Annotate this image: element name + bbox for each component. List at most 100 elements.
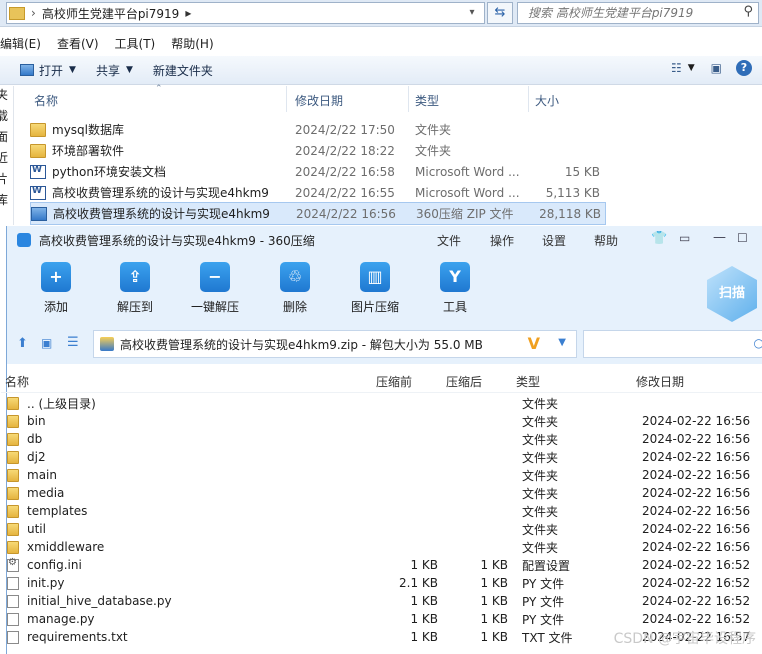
file-row[interactable]: mysql数据库 2024/2/22 17:50 文件夹	[30, 119, 604, 140]
maximize-icon[interactable]: ☐	[737, 231, 748, 245]
folder-icon	[7, 504, 19, 518]
menu-bar: 编辑(E) 查看(V) 工具(T) 帮助(H)	[0, 33, 762, 53]
column-header-size[interactable]: 大小	[535, 86, 559, 114]
delete-icon: ♲	[280, 262, 310, 292]
breadcrumb[interactable]: › 高校师生党建平台pi7919 ▸	[6, 2, 484, 24]
quick-extract-icon: −	[200, 262, 230, 292]
search-input[interactable]	[526, 3, 740, 23]
zip-row[interactable]: initial_hive_database.py 1 KB 1 KB PY 文件 202…	[1, 592, 762, 610]
share-label: 共享	[95, 63, 120, 78]
column-header-name[interactable]: 名称	[5, 373, 29, 390]
zip-row[interactable]: init.py 2.1 KB 1 KB PY 文件 2024-02-22 16:52	[1, 574, 762, 592]
column-header-type[interactable]: 类型	[516, 373, 540, 390]
zip-row[interactable]: db 文件夹 2024-02-22 16:56	[1, 430, 762, 448]
config-file-icon	[7, 557, 19, 572]
zip-window-title: 高校收费管理系统的设计与实现e4hkm9 - 360压缩	[39, 233, 315, 248]
view-options-icon[interactable]: ☷	[671, 61, 682, 75]
zip-row-date: 2024-02-22 16:56	[642, 468, 751, 482]
menu-edit[interactable]: 编辑(E)	[0, 35, 41, 52]
zip-row[interactable]: xmiddleware 文件夹 2024-02-22 16:56	[1, 538, 762, 556]
search-icon[interactable]: ⚲	[743, 4, 753, 19]
delete-button[interactable]: ♲ 删除	[265, 262, 325, 315]
column-divider[interactable]	[286, 86, 287, 112]
zip-row-name: dj2	[27, 450, 46, 464]
chevron-right-icon: ▸	[185, 6, 192, 20]
column-header-date[interactable]: 修改日期	[636, 373, 684, 390]
quick-extract-button[interactable]: − 一键解压	[185, 262, 245, 315]
minimize-icon[interactable]: —	[713, 230, 726, 245]
zip-menu-file[interactable]: 文件	[437, 232, 461, 249]
zip-row-name: media	[27, 486, 65, 500]
column-divider[interactable]	[408, 86, 409, 112]
column-header-name[interactable]: 名称	[34, 86, 58, 114]
nav-item[interactable]: 片	[0, 170, 13, 191]
zip-row-name: config.ini	[27, 558, 82, 572]
zip-row-type: 文件夹	[522, 504, 559, 519]
menu-tools[interactable]: 工具(T)	[115, 35, 156, 52]
help-icon[interactable]: ?	[736, 60, 752, 76]
zip-row-name: main	[27, 468, 57, 482]
folder-icon	[9, 6, 25, 20]
new-folder-button[interactable]: 新建文件夹	[153, 62, 213, 79]
file-row[interactable]: 高校收费管理系统的设计与实现e4hkm9 2024/2/22 16:55 Mic…	[30, 182, 604, 203]
column-header-packed[interactable]: 压缩前	[376, 373, 412, 390]
share-button[interactable]: 共享 ▼	[96, 62, 133, 79]
zip-menu-settings[interactable]: 设置	[542, 232, 566, 249]
menu-view[interactable]: 查看(V)	[57, 35, 99, 52]
menu-help[interactable]: 帮助(H)	[171, 35, 213, 52]
zip-row-size-before: 1 KB	[410, 612, 438, 626]
zip-row-name: util	[27, 522, 46, 536]
refresh-button[interactable]: ⇆	[487, 2, 513, 24]
tools-button[interactable]: Y 工具	[425, 262, 485, 315]
zip-row[interactable]: manage.py 1 KB 1 KB PY 文件 2024-02-22 16:52	[1, 610, 762, 628]
thumbnail-view-icon[interactable]: ▣	[41, 336, 52, 350]
nav-item[interactable]: 库	[0, 191, 13, 212]
nav-item[interactable]: 载	[0, 107, 13, 128]
zip-row-name: bin	[27, 414, 46, 428]
search-icon[interactable]: ○	[754, 336, 762, 350]
chevron-down-icon[interactable]: ▼	[688, 63, 695, 73]
zip-menu-operate[interactable]: 操作	[490, 232, 514, 249]
column-header-type[interactable]: 类型	[415, 86, 439, 114]
nav-item[interactable]: 夹	[0, 86, 13, 107]
search-box[interactable]: ⚲	[517, 2, 759, 24]
column-divider[interactable]	[528, 86, 529, 112]
zip-menu-help[interactable]: 帮助	[594, 232, 618, 249]
zip-row-type: TXT 文件	[522, 630, 573, 645]
zip-row[interactable]: templates 文件夹 2024-02-22 16:56	[1, 502, 762, 520]
folder-icon	[7, 522, 19, 536]
up-arrow-icon[interactable]: ⬆	[17, 336, 28, 351]
zip-row[interactable]: util 文件夹 2024-02-22 16:56	[1, 520, 762, 538]
zip-row[interactable]: bin 文件夹 2024-02-22 16:56	[1, 412, 762, 430]
file-name: 高校收费管理系统的设计与实现e4hkm9	[52, 186, 269, 200]
chevron-down-icon[interactable]: ▼	[558, 337, 566, 348]
zip-path-bar[interactable]: 高校收费管理系统的设计与实现e4hkm9.zip - 解包大小为 55.0 MB…	[93, 330, 577, 358]
file-row-selected[interactable]: 高校收费管理系统的设计与实现e4hkm9 2024/2/22 16:56 360…	[30, 202, 606, 225]
word-doc-icon	[30, 185, 46, 200]
column-header-date[interactable]: 修改日期	[295, 86, 343, 114]
skin-icon[interactable]: 👕	[651, 231, 667, 246]
zip-row[interactable]: media 文件夹 2024-02-22 16:56	[1, 484, 762, 502]
feedback-icon[interactable]: ▭	[679, 231, 690, 245]
nav-item[interactable]: 面	[0, 128, 13, 149]
image-compress-button[interactable]: ▥ 图片压缩	[345, 262, 405, 315]
history-dropdown-icon[interactable]: ▾	[460, 2, 485, 24]
file-row[interactable]: 环境部署软件 2024/2/22 18:22 文件夹	[30, 140, 604, 161]
preview-pane-icon[interactable]: ▣	[711, 61, 722, 75]
column-header-compressed[interactable]: 压缩后	[446, 373, 482, 390]
zip-row-type: 文件夹	[522, 414, 559, 429]
extract-to-button[interactable]: ⇪ 解压到	[105, 262, 165, 315]
nav-item[interactable]: 近	[0, 149, 13, 170]
open-button[interactable]: 打开 ▼	[20, 62, 76, 79]
zip-row-date: 2024-02-22 16:56	[642, 504, 751, 518]
zip-row[interactable]: config.ini 1 KB 1 KB 配置设置 2024-02-22 16:52	[1, 556, 762, 574]
zip-search-input[interactable]: ○	[583, 330, 762, 358]
breadcrumb-folder[interactable]: 高校师生党建平台pi7919	[42, 5, 180, 22]
list-view-icon[interactable]: ☰	[67, 335, 79, 350]
add-button[interactable]: + 添加	[26, 262, 86, 315]
zip-row[interactable]: main 文件夹 2024-02-22 16:56	[1, 466, 762, 484]
file-row[interactable]: python环境安装文档 2024/2/22 16:58 Microsoft W…	[30, 161, 604, 182]
zip-row-date: 2024-02-22 16:52	[642, 576, 751, 590]
zip-row[interactable]: .. (上级目录) 文件夹	[1, 394, 762, 412]
zip-row[interactable]: dj2 文件夹 2024-02-22 16:56	[1, 448, 762, 466]
